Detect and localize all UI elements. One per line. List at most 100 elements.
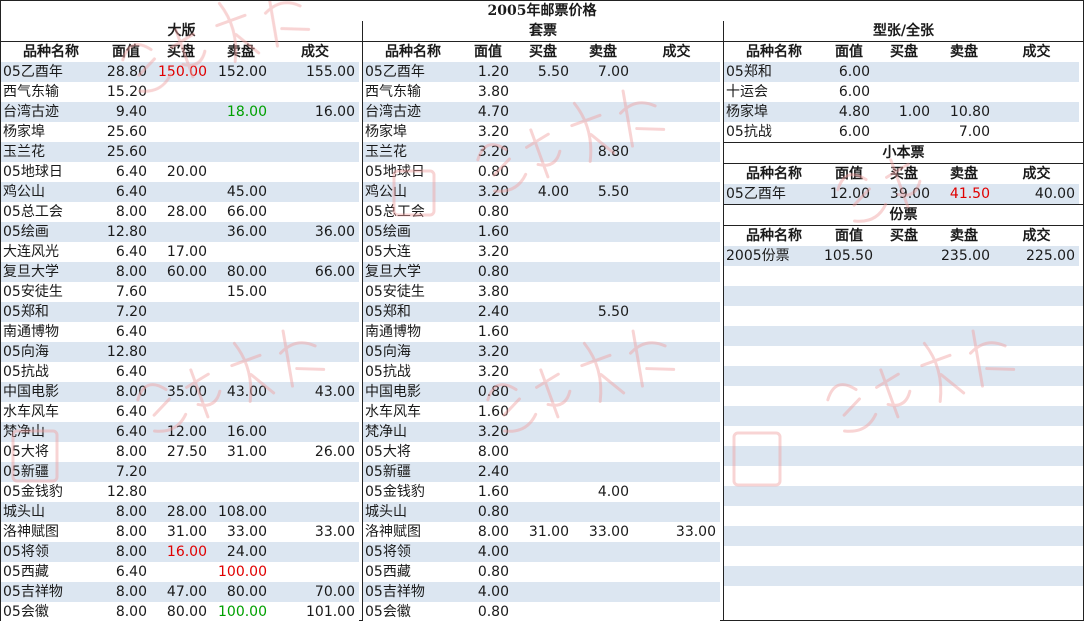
- cell-name: 05西藏: [1, 562, 101, 582]
- cell-deal: [271, 162, 359, 182]
- table-row: 05大将 8.00: [363, 442, 720, 462]
- cell-face-value: 4.00: [463, 582, 513, 602]
- cell-ask: 43.00: [211, 382, 271, 402]
- cell-name: 05总工会: [1, 202, 101, 222]
- cell-name: 05抗战: [363, 362, 463, 382]
- cell-deal: [633, 442, 720, 462]
- cell-bid: [513, 242, 573, 262]
- cell-ask: 100.00: [211, 602, 271, 622]
- column-header-deal: 成交: [633, 42, 720, 62]
- cell-name: 玉兰花: [1, 142, 101, 162]
- cell-name: 05吉祥物: [363, 582, 463, 602]
- column-header-face-value: 面值: [463, 42, 513, 62]
- cell-bid: [513, 222, 573, 242]
- column-header-bid: 买盘: [513, 42, 573, 62]
- cell-deal: [994, 122, 1079, 142]
- cell-deal: [271, 282, 359, 302]
- cell-name: 洛神赋图: [1, 522, 101, 542]
- cell-bid: 80.00: [151, 602, 211, 622]
- cell-ask: [211, 462, 271, 482]
- cell-ask: 152.00: [211, 62, 271, 82]
- table-row: 05绘画 12.80 36.00 36.00: [1, 222, 359, 242]
- column-header-bid: 买盘: [874, 42, 934, 62]
- cell-face-value: 3.20: [463, 122, 513, 142]
- cell-ask: 15.00: [211, 282, 271, 302]
- cell-deal: [633, 122, 720, 142]
- panel-title: 小本票: [724, 142, 1083, 164]
- cell-name: 南通博物: [363, 322, 463, 342]
- cell-deal: [633, 202, 720, 222]
- cell-deal: 33.00: [271, 522, 359, 542]
- panel-right: 型张/全张 品种名称 面值 买盘 卖盘 成交 05郑和 6.00 十运会 6.00 杨家埠 4.80…: [724, 21, 1083, 606]
- cell-name: 05大将: [1, 442, 101, 462]
- cell-bid: [151, 342, 211, 362]
- cell-deal: [271, 82, 359, 102]
- cell-deal: 155.00: [271, 62, 359, 82]
- cell-ask: [573, 162, 633, 182]
- cell-bid: [874, 62, 934, 82]
- column-header-name: 品种名称: [724, 42, 824, 62]
- cell-name: 梵净山: [363, 422, 463, 442]
- cell-face-value: 105.50: [824, 246, 874, 266]
- panel-large-sheet: 大版 品种名称 面值 买盘 卖盘 成交 05乙酉年 28.80 150.00 152.00 155…: [1, 21, 362, 622]
- column-header-ask: 卖盘: [573, 42, 633, 62]
- column-header-bid: 买盘: [874, 226, 934, 246]
- table-row: 城头山 0.80: [363, 502, 720, 522]
- cell-bid: [513, 322, 573, 342]
- cell-face-value: 8.00: [101, 582, 151, 602]
- table-row: 05吉祥物 8.00 47.00 80.00 70.00: [1, 582, 359, 602]
- empty-row: [724, 586, 1083, 606]
- cell-deal: [633, 102, 720, 122]
- cell-deal: [271, 342, 359, 362]
- column-header-deal: 成交: [994, 226, 1079, 246]
- cell-face-value: 8.00: [101, 602, 151, 622]
- cell-deal: [633, 142, 720, 162]
- cell-bid: [513, 562, 573, 582]
- table-row: 05金钱豹 12.80: [1, 482, 359, 502]
- cell-face-value: 7.20: [101, 462, 151, 482]
- column-header-bid: 买盘: [151, 42, 211, 62]
- cell-face-value: 28.80: [101, 62, 151, 82]
- table-row: 05新疆 7.20: [1, 462, 359, 482]
- cell-name: 05安徒生: [363, 282, 463, 302]
- cell-bid: 17.00: [151, 242, 211, 262]
- cell-deal: 16.00: [271, 102, 359, 122]
- panel-title: 份票: [724, 204, 1083, 226]
- cell-ask: [573, 502, 633, 522]
- table-row: 玉兰花 25.60: [1, 142, 359, 162]
- column-header-deal: 成交: [994, 164, 1079, 184]
- cell-face-value: 12.80: [101, 482, 151, 502]
- table-row: 05乙酉年 1.20 5.50 7.00: [363, 62, 720, 82]
- yearpack-table: 品种名称 面值 买盘 卖盘 成交 2005份票 105.50 235.00 225.00: [724, 226, 1079, 266]
- cell-bid: 28.00: [151, 202, 211, 222]
- column-header-name: 品种名称: [724, 164, 824, 184]
- cell-bid: [151, 302, 211, 322]
- cell-ask: 80.00: [211, 582, 271, 602]
- cell-face-value: 0.80: [463, 202, 513, 222]
- cell-deal: 33.00: [633, 522, 720, 542]
- cell-ask: [934, 62, 994, 82]
- cell-face-value: 4.70: [463, 102, 513, 122]
- cell-ask: [211, 242, 271, 262]
- cell-bid: [513, 202, 573, 222]
- cell-bid: [513, 142, 573, 162]
- cell-face-value: 1.20: [463, 62, 513, 82]
- cell-deal: 26.00: [271, 442, 359, 462]
- cell-deal: [633, 322, 720, 342]
- cell-name: 05绘画: [1, 222, 101, 242]
- cell-name: 05吉祥物: [1, 582, 101, 602]
- cell-name: 05金钱豹: [363, 482, 463, 502]
- cell-face-value: 8.00: [101, 202, 151, 222]
- cell-face-value: 8.00: [101, 382, 151, 402]
- empty-row: [724, 486, 1083, 506]
- cell-ask: [573, 82, 633, 102]
- cell-face-value: 8.00: [101, 442, 151, 462]
- cell-name: 鸡公山: [363, 182, 463, 202]
- cell-face-value: 8.00: [463, 442, 513, 462]
- table-row: 洛神赋图 8.00 31.00 33.00 33.00: [1, 522, 359, 542]
- column-header-deal: 成交: [271, 42, 359, 62]
- cell-bid: 28.00: [151, 502, 211, 522]
- cell-bid: [513, 402, 573, 422]
- cell-deal: [633, 462, 720, 482]
- cell-face-value: 3.20: [463, 362, 513, 382]
